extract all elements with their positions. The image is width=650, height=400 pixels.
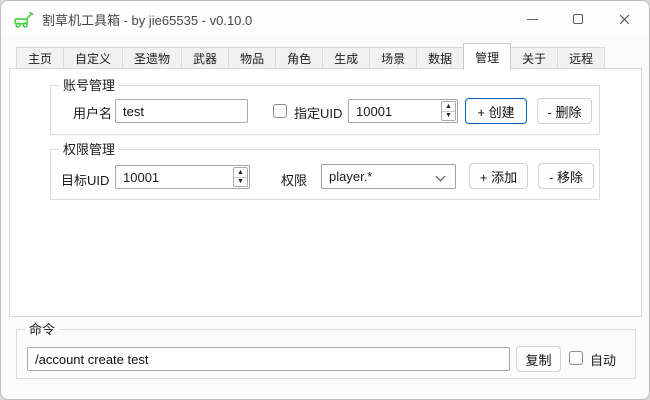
tab-strip: 主页 自定义 圣遗物 武器 物品 角色 生成 场景 数据 管理 关于 远程 bbox=[16, 42, 605, 69]
permission-group-title: 权限管理 bbox=[59, 142, 119, 157]
create-account-button[interactable]: + 创建 bbox=[465, 98, 527, 124]
spin-down-icon[interactable]: ▼ bbox=[234, 178, 247, 187]
account-group-title: 账号管理 bbox=[59, 78, 119, 93]
minimize-button[interactable] bbox=[509, 1, 555, 37]
username-input[interactable] bbox=[115, 99, 248, 123]
app-window: 割草机工具箱 - by jie65535 - v0.10.0 主页 自定义 圣遗… bbox=[0, 0, 650, 400]
window-title: 割草机工具箱 - by jie65535 - v0.10.0 bbox=[42, 10, 252, 29]
target-uid-spinner: ▲ ▼ bbox=[233, 167, 248, 187]
username-label: 用户名 bbox=[73, 103, 112, 122]
tab-home[interactable]: 主页 bbox=[16, 47, 64, 69]
close-icon bbox=[619, 14, 630, 25]
command-group: 命令 复制 自动 bbox=[16, 329, 636, 379]
uid-value: 10001 bbox=[349, 104, 441, 119]
tab-management[interactable]: 管理 bbox=[463, 43, 511, 70]
specify-uid-label: 指定UID bbox=[294, 103, 342, 122]
tab-about[interactable]: 关于 bbox=[510, 47, 558, 69]
spin-down-icon[interactable]: ▼ bbox=[442, 112, 455, 121]
maximize-icon bbox=[573, 14, 583, 24]
permission-label: 权限 bbox=[281, 170, 307, 189]
permission-management-group: 权限管理 目标UID 10001 ▲ ▼ 权限 player.* + 添加 - … bbox=[50, 149, 600, 200]
account-management-group: 账号管理 用户名 指定UID 10001 ▲ ▼ + 创建 - 删除 bbox=[50, 85, 600, 135]
delete-account-button[interactable]: - 删除 bbox=[537, 98, 592, 124]
remove-permission-button[interactable]: - 移除 bbox=[538, 163, 594, 189]
tab-item[interactable]: 物品 bbox=[228, 47, 276, 69]
close-button[interactable] bbox=[601, 1, 647, 37]
uid-stepper[interactable]: 10001 ▲ ▼ bbox=[348, 99, 458, 123]
tab-spawn[interactable]: 生成 bbox=[322, 47, 370, 69]
add-permission-button[interactable]: + 添加 bbox=[469, 163, 528, 189]
auto-label: 自动 bbox=[590, 350, 616, 369]
command-group-title: 命令 bbox=[25, 322, 59, 337]
tab-remote[interactable]: 远程 bbox=[557, 47, 605, 69]
chevron-down-icon bbox=[436, 172, 446, 182]
permission-select[interactable]: player.* bbox=[321, 164, 456, 189]
spin-up-icon[interactable]: ▲ bbox=[234, 168, 247, 178]
uid-spinner: ▲ ▼ bbox=[441, 101, 456, 121]
command-input[interactable] bbox=[27, 347, 510, 371]
tab-artifact[interactable]: 圣遗物 bbox=[122, 47, 182, 69]
titlebar: 割草机工具箱 - by jie65535 - v0.10.0 bbox=[1, 1, 649, 37]
management-tab-page: 账号管理 用户名 指定UID 10001 ▲ ▼ + 创建 - 删除 权限管理 … bbox=[9, 68, 642, 317]
lawn-mower-icon bbox=[13, 11, 34, 28]
specify-uid-checkbox[interactable] bbox=[273, 104, 287, 118]
tab-custom[interactable]: 自定义 bbox=[63, 47, 123, 69]
target-uid-label: 目标UID bbox=[61, 170, 109, 189]
spin-up-icon[interactable]: ▲ bbox=[442, 102, 455, 112]
minimize-icon bbox=[527, 19, 538, 20]
tab-data[interactable]: 数据 bbox=[416, 47, 464, 69]
copy-button[interactable]: 复制 bbox=[516, 346, 561, 372]
target-uid-stepper[interactable]: 10001 ▲ ▼ bbox=[115, 165, 250, 189]
target-uid-value: 10001 bbox=[116, 170, 233, 185]
window-controls bbox=[509, 1, 647, 37]
maximize-button[interactable] bbox=[555, 1, 601, 37]
permission-value: player.* bbox=[329, 169, 372, 184]
tab-character[interactable]: 角色 bbox=[275, 47, 323, 69]
tab-weapon[interactable]: 武器 bbox=[181, 47, 229, 69]
auto-checkbox[interactable] bbox=[569, 351, 583, 365]
tab-scene[interactable]: 场景 bbox=[369, 47, 417, 69]
